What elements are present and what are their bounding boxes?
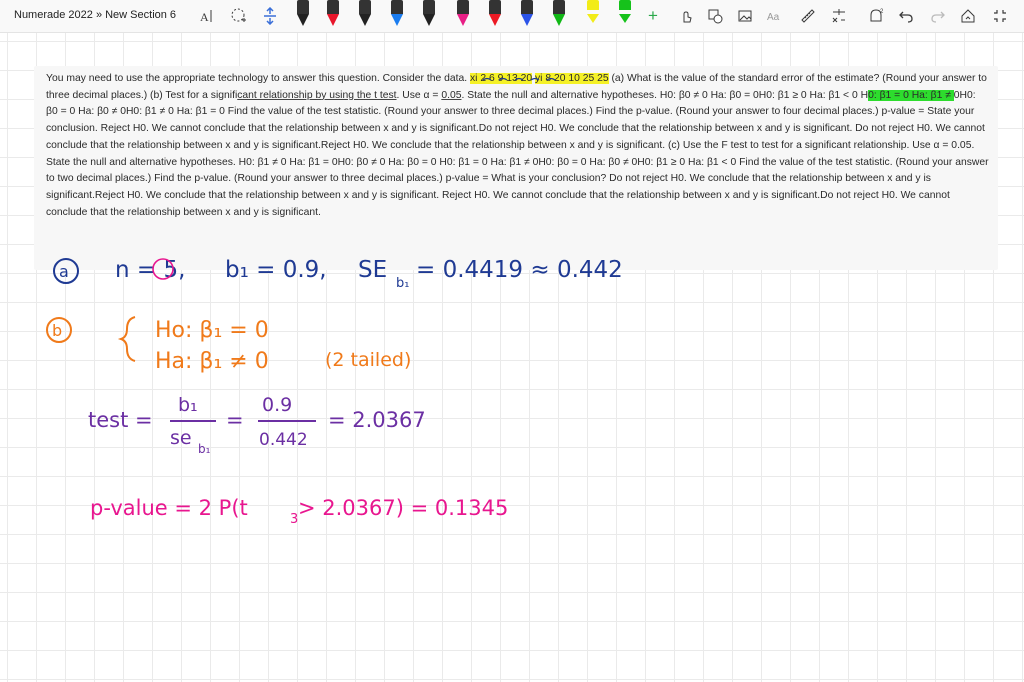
se-label: SE: [358, 257, 387, 283]
part-a-label: a: [59, 262, 69, 281]
note-canvas[interactable]: You may need to use the appropriate tech…: [0, 33, 1024, 682]
zoom-icon[interactable]: 2: [866, 6, 886, 26]
add-icon[interactable]: +: [643, 6, 663, 26]
pen-body: [489, 0, 501, 14]
sample-size-text: n = 5,: [115, 257, 185, 283]
pen-5[interactable]: [422, 0, 436, 28]
pen-body: [423, 0, 435, 14]
pen-tip: [423, 14, 435, 26]
pen-7[interactable]: [488, 0, 502, 28]
insert-space-icon[interactable]: [260, 6, 280, 26]
pen-tip: [587, 14, 599, 23]
pen-body: [619, 0, 631, 10]
pen-tip: [327, 14, 339, 26]
toolbar: Numerade 2022 » New Section 6 A + Aa 2: [0, 0, 1024, 33]
se-value: = 0.4419 ≈ 0.442: [416, 257, 623, 283]
pen-9[interactable]: [552, 0, 566, 28]
pen-11[interactable]: [618, 0, 632, 28]
null-hypothesis: Ho: β₁ = 0: [155, 318, 269, 343]
hypothesis-brace: [117, 316, 136, 362]
svg-text:Aa: Aa: [767, 12, 780, 23]
fullscreen-icon[interactable]: [990, 6, 1010, 26]
equals-sign: =: [226, 408, 244, 432]
handwritten-ink: a n = 5, b₁ = 0.9, SE b₁ = 0.4419 ≈ 0.44…: [46, 77, 623, 527]
touch-icon[interactable]: [676, 6, 696, 26]
fraction2-numerator: 0.9: [262, 394, 292, 416]
ink-to-text-icon[interactable]: Aa: [766, 6, 786, 26]
replay-icon[interactable]: [958, 6, 978, 26]
pen-2[interactable]: [326, 0, 340, 28]
ruler-icon[interactable]: [798, 6, 818, 26]
test-label: test =: [88, 408, 153, 432]
pen-6[interactable]: [452, 0, 474, 31]
pen-8[interactable]: [520, 0, 534, 28]
fraction1-numerator: b₁: [178, 394, 198, 416]
pen-body: [553, 0, 565, 14]
pen-tip: [297, 14, 309, 26]
pen-1[interactable]: [296, 0, 310, 28]
pen-3[interactable]: [358, 0, 372, 28]
image-icon[interactable]: [735, 6, 755, 26]
type-icon[interactable]: A: [198, 6, 218, 26]
redo-icon[interactable]: [928, 6, 948, 26]
app-title: Numerade 2022 » New Section 6: [14, 9, 177, 21]
pen-tip: [489, 14, 501, 26]
undo-icon[interactable]: [896, 6, 916, 26]
math-icon[interactable]: [829, 6, 849, 26]
alternative-hypothesis: Ha: β₁ ≠ 0: [155, 349, 269, 374]
pen-body: [521, 0, 533, 14]
se-subscript: b₁: [396, 276, 409, 291]
fraction1-denominator-subscript: b₁: [198, 442, 211, 456]
pen-tip: [521, 14, 533, 26]
pen-4[interactable]: [390, 0, 404, 28]
pen-body: [359, 0, 371, 14]
pvalue-label: p-value = 2 P(t: [90, 496, 248, 520]
pen-tip: [391, 14, 403, 26]
slope-text: b₁ = 0.9,: [225, 257, 327, 283]
pen-body: [297, 0, 309, 14]
pvalue-expression: > 2.0367) = 0.1345: [298, 496, 508, 520]
pen-tip: [553, 14, 565, 26]
test-statistic-result: = 2.0367: [328, 408, 426, 432]
data-tick-marks: [482, 77, 556, 81]
pen-tip: [457, 14, 469, 26]
fraction1-denominator: se: [170, 427, 192, 449]
lasso-icon[interactable]: [229, 6, 249, 26]
pen-body: [391, 0, 403, 14]
shape-icon[interactable]: [705, 6, 725, 26]
tail-note: (2 tailed): [325, 349, 411, 371]
part-b-label: b: [52, 321, 62, 340]
fraction2-denominator: 0.442: [259, 430, 308, 450]
pen-body: [457, 0, 469, 14]
pen-tip: [619, 14, 631, 23]
svg-text:A: A: [200, 10, 209, 24]
pen-10[interactable]: [586, 0, 600, 28]
pen-body: [327, 0, 339, 14]
svg-text:2: 2: [880, 9, 884, 15]
pen-tip: [359, 14, 371, 26]
pen-body: [587, 0, 599, 10]
